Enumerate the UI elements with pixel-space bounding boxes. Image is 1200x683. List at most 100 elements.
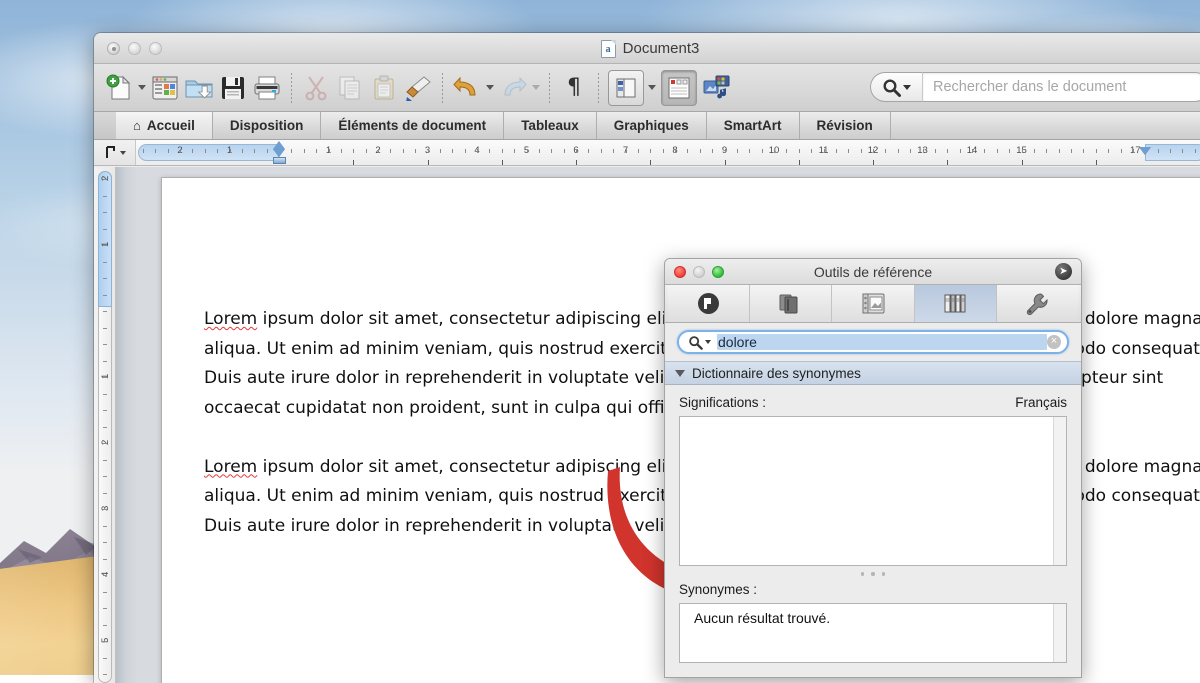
meanings-listbox[interactable] (679, 416, 1067, 566)
disclosure-triangle-icon[interactable] (675, 370, 685, 377)
print-icon[interactable] (250, 68, 284, 108)
palette-content: Significations : Français Synonymes : Au… (665, 385, 1081, 663)
reference-tools-palette: Outils de référence ➤ (664, 258, 1082, 678)
tab-smartart[interactable]: SmartArt (707, 112, 800, 139)
ruler-tick (168, 149, 169, 153)
publishing-layout-icon[interactable] (658, 68, 700, 108)
ruler-tick (898, 149, 899, 153)
open-gallery-icon[interactable] (148, 68, 182, 108)
ruler-tick (291, 149, 292, 153)
palette-search-value[interactable]: dolore (717, 334, 1047, 350)
vertical-ruler-tick (103, 328, 107, 329)
tab-stop-selector[interactable] (94, 140, 136, 165)
vertical-ruler-tick (103, 229, 107, 230)
scrapbook-icon[interactable] (832, 285, 914, 322)
thesaurus-section-header[interactable]: Dictionnaire des synonymes (665, 361, 1081, 385)
ruler-tab-stop[interactable] (725, 160, 726, 165)
document-search[interactable]: Rechercher dans le document (870, 72, 1200, 102)
open-folder-icon[interactable] (182, 68, 216, 108)
vertical-ruler-tick (103, 245, 107, 246)
vertical-ruler-tick (103, 278, 107, 279)
synonyms-listbox[interactable]: Aucun résultat trouvé. (679, 603, 1067, 663)
vertical-ruler-tick (103, 509, 107, 510)
tab-graphiques[interactable]: Graphiques (597, 112, 707, 139)
chevron-down-icon (903, 85, 911, 90)
ruler-tick (267, 149, 268, 153)
sidebar-dropdown-icon[interactable] (646, 68, 658, 108)
ruler-tab-stop[interactable] (650, 160, 651, 165)
tab-tableaux[interactable]: Tableaux (504, 112, 597, 139)
ruler-tick (824, 149, 825, 153)
new-document-icon[interactable] (102, 68, 136, 108)
tab-revision[interactable]: Révision (800, 112, 891, 139)
ruler-tab-stop[interactable] (353, 160, 354, 165)
ruler-tick (353, 149, 354, 153)
new-document-dropdown-icon[interactable] (136, 68, 148, 108)
undo-icon[interactable] (450, 68, 484, 108)
toolbox-wrench-icon[interactable] (997, 285, 1078, 322)
right-indent-marker[interactable] (1139, 147, 1152, 155)
vertical-ruler-tick (103, 196, 107, 197)
synonyms-scrollbar[interactable] (1053, 604, 1066, 662)
ruler-tick (947, 149, 948, 153)
search-scope-button[interactable] (870, 72, 922, 102)
misspelled-word[interactable]: Lorem (204, 457, 257, 477)
books-icon[interactable] (750, 285, 832, 322)
ruler-tick (539, 149, 540, 153)
ruler-tab-stop[interactable] (873, 160, 874, 165)
tab-disposition[interactable]: Disposition (213, 112, 322, 139)
search-input[interactable]: Rechercher dans le document (922, 72, 1200, 102)
ruler-tick (316, 149, 317, 153)
tab-accueil[interactable]: ⌂ Accueil (116, 112, 213, 139)
save-icon[interactable] (216, 68, 250, 108)
ruler-tick (428, 149, 429, 153)
ruler-row: 2112345678910111213141517 (94, 140, 1200, 166)
ruler-tick (155, 149, 156, 153)
clear-icon[interactable]: × (1047, 335, 1061, 349)
format-painter-icon[interactable] (401, 68, 435, 108)
horizontal-ruler[interactable]: 2112345678910111213141517 (136, 140, 1200, 165)
vertical-ruler-tick (103, 658, 107, 659)
ruler-tick (205, 149, 206, 153)
compatibility-icon[interactable] (668, 285, 750, 322)
misspelled-word[interactable]: Lorem (204, 309, 257, 329)
tab-elements-de-document[interactable]: Éléments de document (321, 112, 504, 139)
ruler-tab-stop[interactable] (576, 160, 577, 165)
undo-dropdown-icon[interactable] (484, 68, 496, 108)
vertical-ruler-tick (103, 493, 107, 494)
ruler-tab-stop[interactable] (799, 160, 800, 165)
ruler-tick (737, 149, 738, 153)
synonyms-header-row: Synonymes : (679, 582, 1067, 597)
resize-grip[interactable] (679, 566, 1067, 582)
ruler-tick (762, 149, 763, 153)
reference-books-icon[interactable] (915, 285, 997, 322)
ruler-tick (192, 149, 193, 153)
ruler-tick (1096, 149, 1097, 153)
window-titlebar[interactable]: a Document3 (94, 33, 1200, 64)
show-marks-icon[interactable]: ¶ (557, 68, 591, 108)
ruler-tab-stop[interactable] (947, 160, 948, 165)
media-browser-icon[interactable] (700, 68, 734, 108)
ruler-tick (749, 149, 750, 153)
vertical-ruler[interactable]: 21123456 (94, 167, 116, 683)
left-indent-marker[interactable] (273, 141, 286, 164)
action-arrow-icon[interactable]: ➤ (1055, 263, 1072, 280)
ruler-tick (1046, 149, 1047, 153)
ruler-tick (502, 149, 503, 153)
sidebar-icon[interactable] (606, 68, 646, 108)
ruler-tick (675, 149, 676, 153)
ruler-tab-stop[interactable] (428, 160, 429, 165)
ruler-tab-stop[interactable] (1096, 160, 1097, 165)
meanings-scrollbar[interactable] (1053, 417, 1066, 565)
palette-search-field[interactable]: dolore × (677, 330, 1069, 354)
ruler-tick (366, 149, 367, 153)
ruler-tick (1059, 149, 1060, 153)
ruler-tick (1182, 149, 1183, 153)
ruler-tick (910, 149, 911, 153)
palette-titlebar[interactable]: Outils de référence ➤ (665, 259, 1081, 285)
ruler-tick (626, 149, 627, 153)
ruler-tab-stop[interactable] (1022, 160, 1023, 165)
ruler-tick (1170, 149, 1171, 153)
ruler-tick (514, 149, 515, 153)
ruler-tab-stop[interactable] (502, 160, 503, 165)
